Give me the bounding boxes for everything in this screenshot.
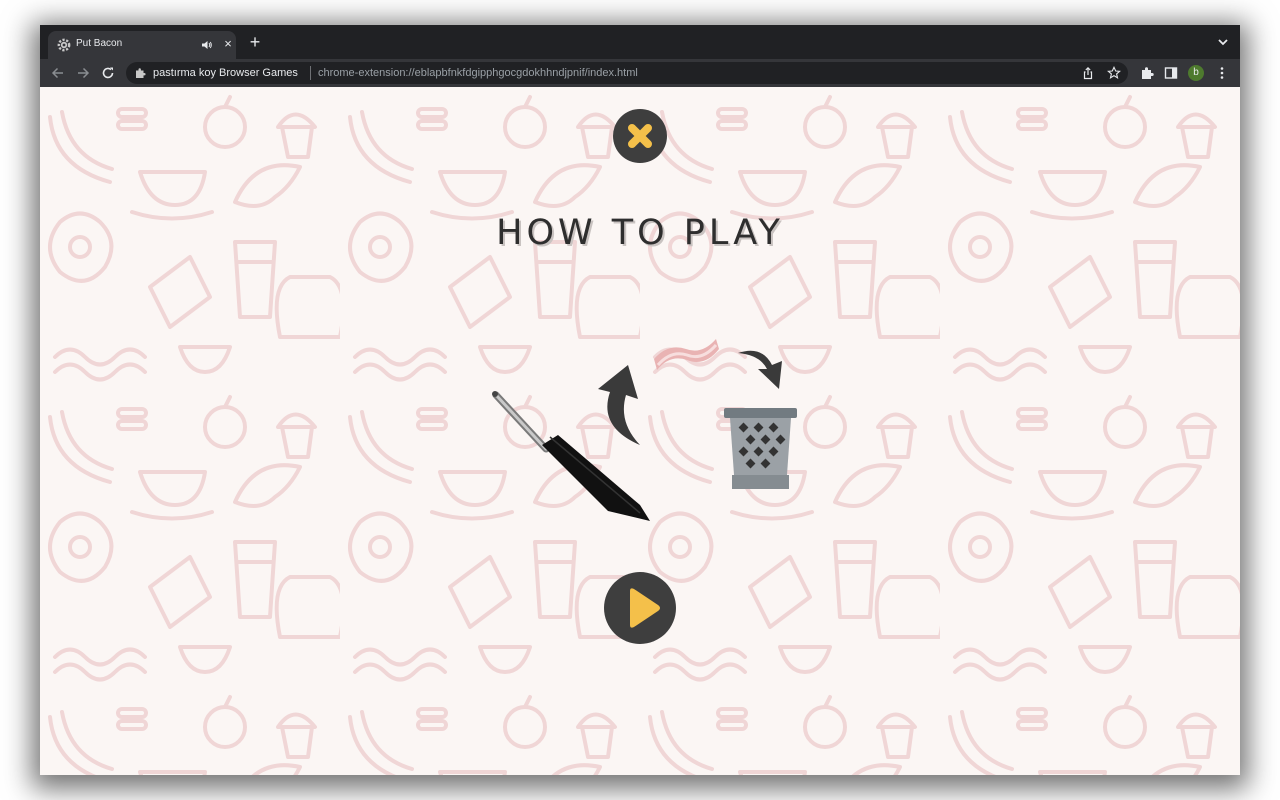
speaker-icon[interactable]	[201, 39, 213, 51]
close-tab-icon[interactable]: ×	[220, 36, 236, 52]
url-text[interactable]: chrome-extension://eblapbfnkfdgipphgocgd…	[318, 67, 638, 79]
chevron-down-icon[interactable]	[1216, 35, 1230, 49]
play-button[interactable]	[604, 572, 676, 644]
profile-avatar[interactable]: b	[1188, 65, 1204, 81]
side-panel-icon[interactable]	[1163, 65, 1179, 81]
back-arrow-icon[interactable]	[50, 65, 66, 81]
extension-icon	[136, 68, 146, 78]
bookmark-star-icon[interactable]	[1107, 66, 1121, 80]
new-tab-button[interactable]: +	[246, 33, 264, 51]
tab-strip: Put Bacon × +	[40, 25, 1240, 59]
tab-put-bacon[interactable]: Put Bacon ×	[48, 31, 236, 59]
curved-arrow-icon	[598, 365, 640, 445]
trash-bin-icon	[724, 408, 797, 489]
reload-icon[interactable]	[100, 65, 116, 81]
frying-pan-icon	[492, 391, 650, 521]
play-icon	[630, 588, 660, 628]
how-to-play-illustration	[492, 339, 797, 521]
browser-toolbar: pastırma koy Browser Games chrome-extens…	[40, 59, 1240, 87]
game-page: HOW TO PLAY	[40, 87, 1240, 775]
address-bar[interactable]: pastırma koy Browser Games chrome-extens…	[126, 62, 1128, 84]
browser-window: Put Bacon × + pastırma koy Browser Games…	[40, 25, 1240, 775]
extensions-puzzle-icon[interactable]	[1139, 65, 1155, 81]
share-icon[interactable]	[1081, 66, 1095, 80]
forward-arrow-icon[interactable]	[75, 65, 91, 81]
close-x-icon	[628, 124, 652, 148]
curved-arrow-icon	[738, 350, 782, 389]
bacon-icon	[654, 339, 719, 370]
tab-title: Put Bacon	[76, 38, 123, 49]
omnibox-divider	[310, 66, 311, 80]
kebab-menu-icon[interactable]	[1214, 65, 1230, 81]
gear-icon	[57, 38, 71, 52]
close-button[interactable]	[613, 109, 667, 163]
page-title: HOW TO PLAY	[496, 213, 784, 253]
site-origin: pastırma koy Browser Games	[153, 67, 298, 79]
